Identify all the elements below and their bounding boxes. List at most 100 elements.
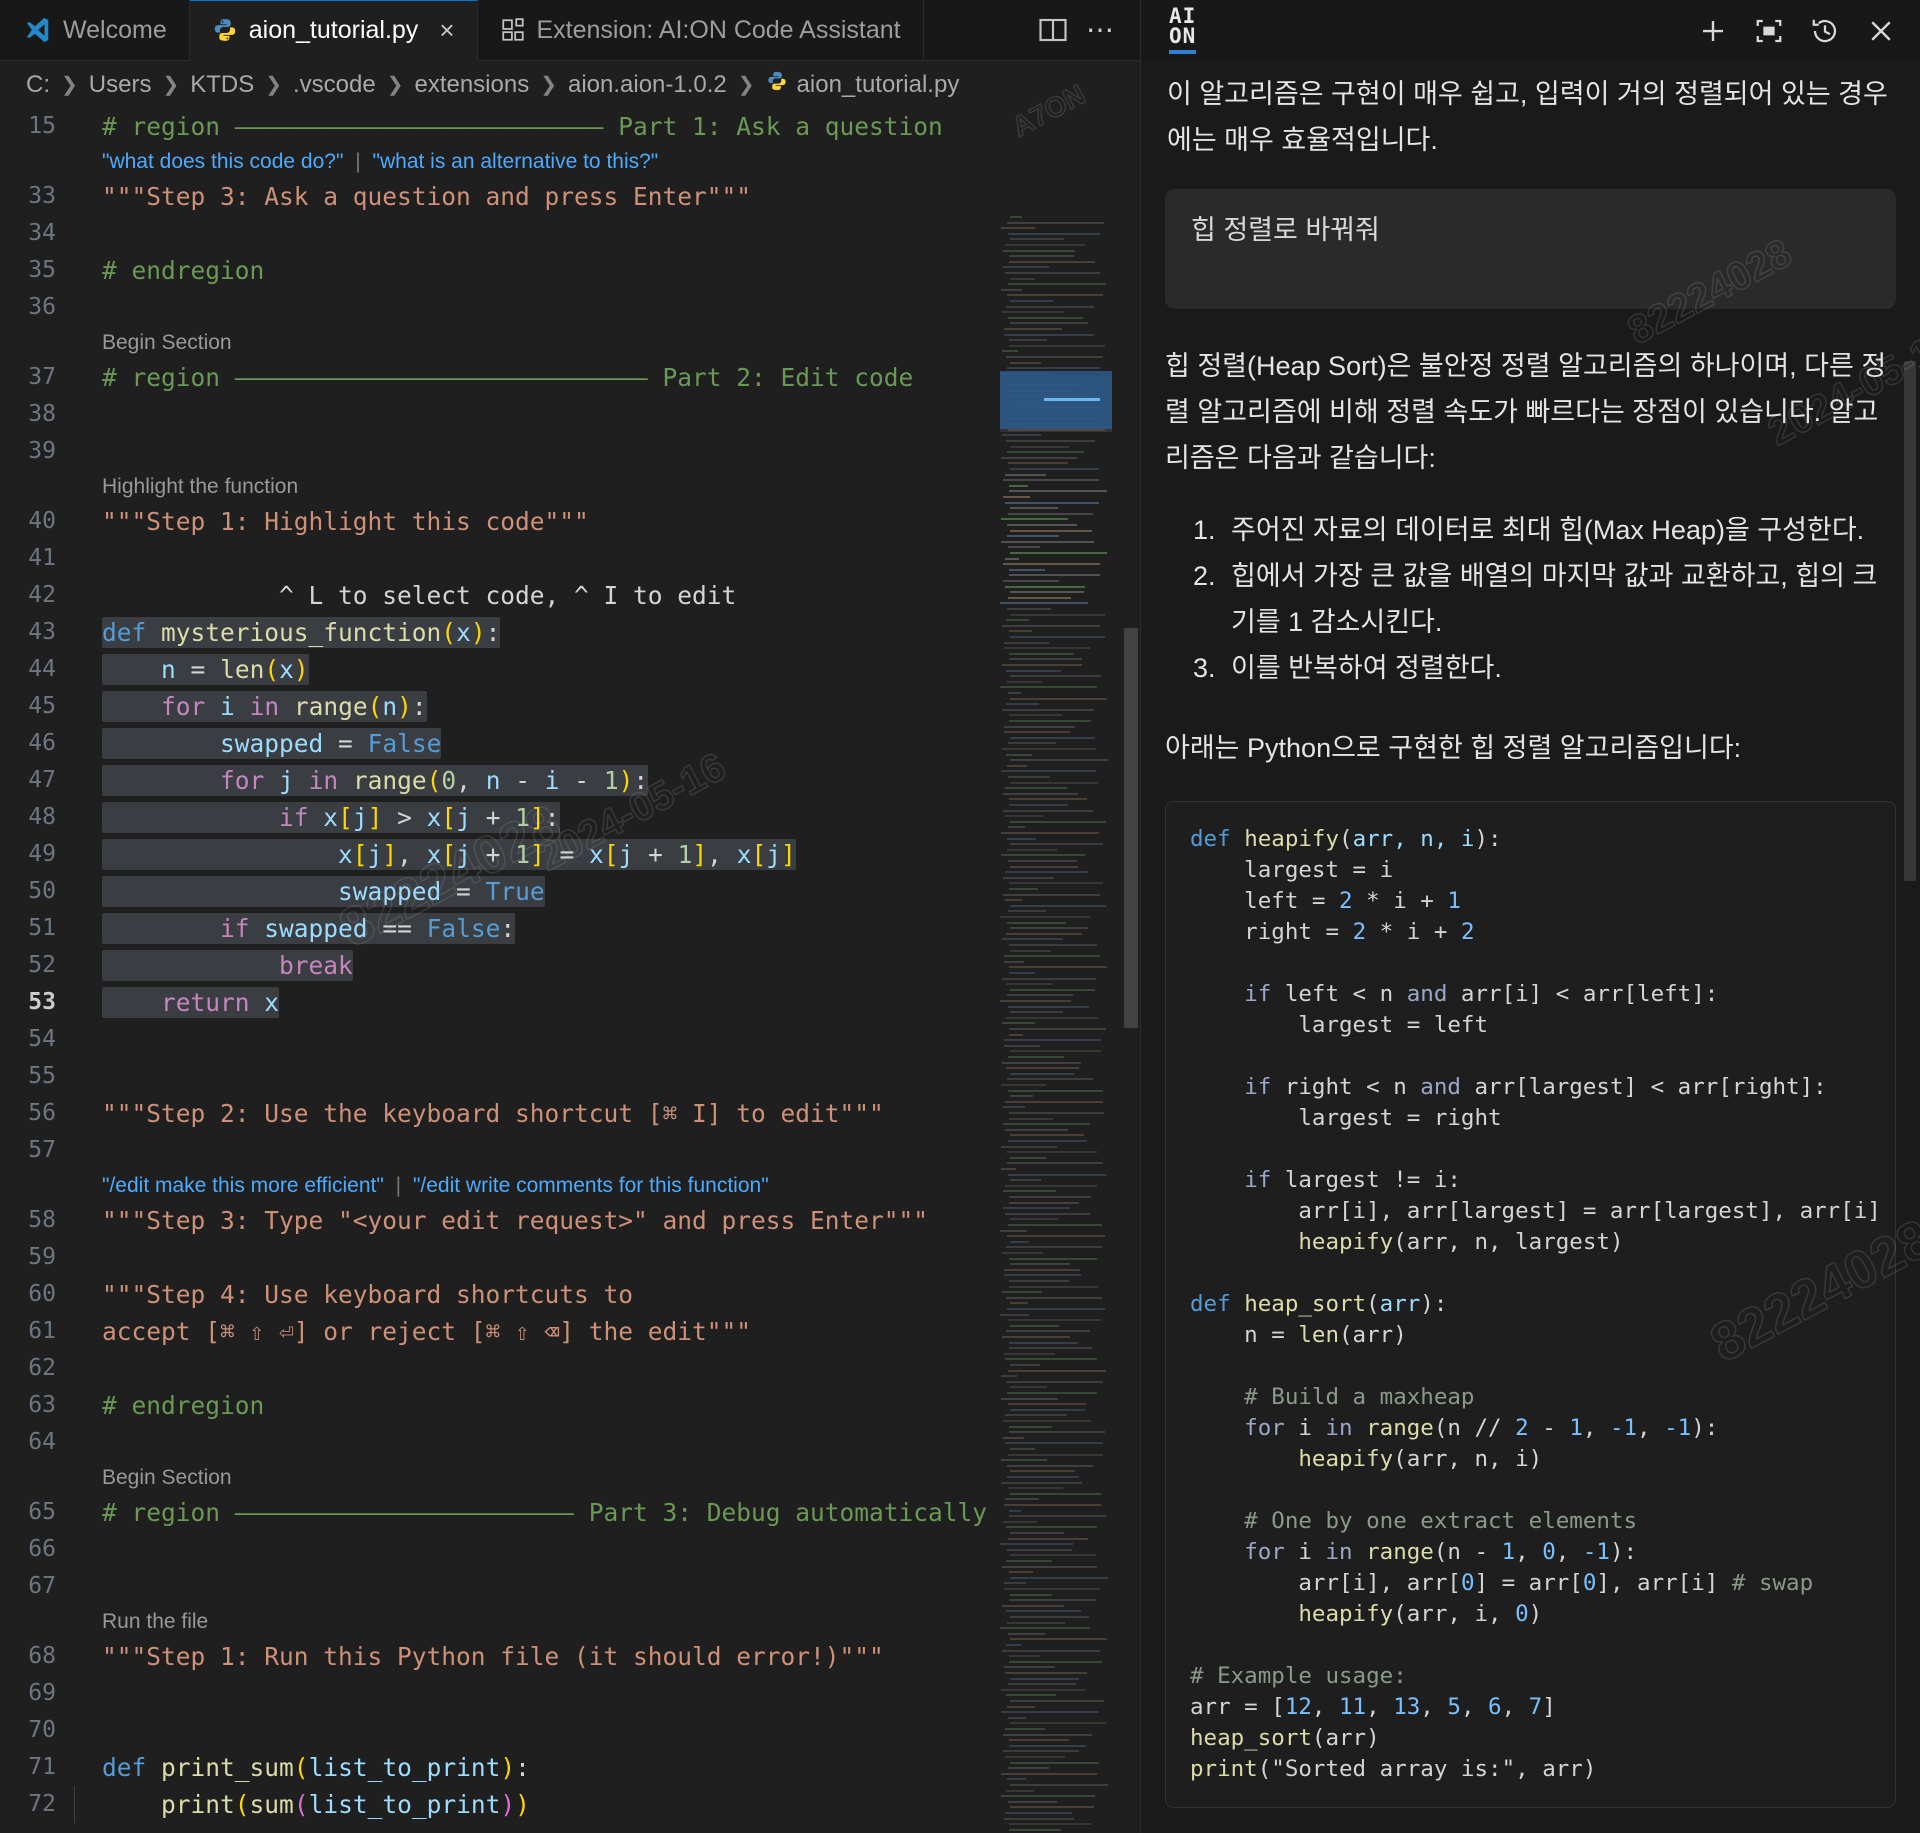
breadcrumb-item-1[interactable]: Users: [89, 71, 152, 99]
code-line[interactable]: 51 ········if·swapped·==·False:: [0, 910, 1140, 947]
code-content[interactable]: # endregion: [72, 1387, 1140, 1424]
code-line[interactable]: 41: [0, 540, 1140, 577]
code-line[interactable]: 62: [0, 1350, 1140, 1387]
code-line[interactable]: 33 """Step 3: Ask a question and press En…: [0, 178, 1140, 215]
code-content[interactable]: ········swapped·=·False: [72, 725, 1140, 762]
codelens-action[interactable]: "what does this code do?": [102, 150, 343, 173]
code-content[interactable]: accept [⌘ ⇧ ⏎] or reject [⌘ ⇧ ⌫] the edi…: [72, 1313, 1140, 1350]
code-line[interactable]: 44 ····n·=·len(x): [0, 651, 1140, 688]
codelens-content[interactable]: Begin Section: [72, 324, 1140, 361]
code-content[interactable]: ^ L to select code, ^ I to edit: [72, 577, 1140, 614]
code-line[interactable]: 48 ············if·x[j]·>·x[j·+·1]:: [0, 799, 1140, 836]
code-line[interactable]: 61 accept [⌘ ⇧ ⏎] or reject [⌘ ⇧ ⌫] the e…: [0, 1313, 1140, 1350]
breadcrumb-item-0[interactable]: C:: [26, 71, 50, 99]
code-lines[interactable]: 15 # region ————————————————————————— Par…: [0, 108, 1140, 1833]
code-content[interactable]: ············if·x[j]·>·x[j·+·1]:: [72, 799, 1140, 836]
code-line[interactable]: 70: [0, 1712, 1140, 1749]
codelens-row[interactable]: 0"what does this code do?" | "what is an…: [0, 145, 1140, 178]
code-line[interactable]: 40 """Step 1: Highlight this code""": [0, 503, 1140, 540]
code-line[interactable]: 47 ········for·j·in·range(0,·n·-·i·-·1):: [0, 762, 1140, 799]
codelens-action[interactable]: "what is an alternative to this?": [373, 150, 659, 173]
code-line[interactable]: 56 """Step 2: Use the keyboard shortcut […: [0, 1095, 1140, 1132]
code-line[interactable]: 72 print(sum(list_to_print)): [0, 1786, 1140, 1823]
code-line[interactable]: 49 ················x[j],·x[j·+·1]·=·x[j·+…: [0, 836, 1140, 873]
code-line[interactable]: 64: [0, 1424, 1140, 1461]
code-line[interactable]: 43 def mysterious_function(x):: [0, 614, 1140, 651]
code-line[interactable]: 36: [0, 289, 1140, 326]
codelens-row[interactable]: 0 Begin Section: [0, 326, 1140, 359]
code-content[interactable]: # region ————————————————————————— Part …: [72, 108, 1140, 145]
new-chat-icon[interactable]: [1698, 16, 1728, 46]
code-content[interactable]: print(sum(list_to_print)): [72, 1786, 1140, 1823]
code-line[interactable]: 15 # region ————————————————————————— Par…: [0, 108, 1140, 145]
code-line[interactable]: 69: [0, 1675, 1140, 1712]
code-content[interactable]: # region ——————————————————————— Part 3:…: [72, 1494, 1140, 1531]
code-line[interactable]: 46 ········swapped·=·False: [0, 725, 1140, 762]
code-content[interactable]: def print_sum(list_to_print):: [72, 1749, 1140, 1786]
code-line[interactable]: 37 # region ———————————————————————————— …: [0, 359, 1140, 396]
codelens-content[interactable]: "what does this code do?" | "what is an …: [72, 143, 1140, 180]
code-line[interactable]: 50 ················swapped·=·True: [0, 873, 1140, 910]
code-content[interactable]: """Step 1: Run this Python file (it shou…: [72, 1638, 1140, 1675]
codelens-action[interactable]: "/edit write comments for this function": [413, 1174, 769, 1197]
breadcrumb-item-6[interactable]: aion_tutorial.py: [766, 70, 959, 99]
breadcrumb-item-5[interactable]: aion.aion-1.0.2: [568, 71, 727, 99]
close-panel-icon[interactable]: [1866, 16, 1896, 46]
chat-scrollbar[interactable]: [1904, 361, 1916, 881]
code-line[interactable]: 34: [0, 215, 1140, 252]
code-content[interactable]: def mysterious_function(x):: [72, 614, 1140, 651]
codelens-row[interactable]: 0 Highlight the function: [0, 470, 1140, 503]
code-line[interactable]: 39: [0, 433, 1140, 470]
code-line[interactable]: 68 """Step 1: Run this Python file (it sh…: [0, 1638, 1140, 1675]
code-line[interactable]: 67: [0, 1568, 1140, 1605]
breadcrumb-item-3[interactable]: .vscode: [293, 71, 376, 99]
code-line[interactable]: 65 # region ——————————————————————— Part …: [0, 1494, 1140, 1531]
code-content[interactable]: ········for·j·in·range(0,·n·-·i·-·1):: [72, 762, 1140, 799]
code-line[interactable]: 45 ····for·i·in·range(n):: [0, 688, 1140, 725]
code-editor[interactable]: 15 # region ————————————————————————— Par…: [0, 108, 1140, 1833]
codelens-row[interactable]: 0 Begin Section: [0, 1461, 1140, 1494]
code-line[interactable]: 59: [0, 1239, 1140, 1276]
code-content[interactable]: """Step 3: Ask a question and press Ente…: [72, 178, 1140, 215]
codelens-action[interactable]: "/edit make this more efficient": [102, 1174, 384, 1197]
assistant-code-block[interactable]: def heapify(arr, n, i): largest = i left…: [1165, 801, 1896, 1808]
code-content[interactable]: """Step 3: Type "<your edit request>" an…: [72, 1202, 1140, 1239]
tab-welcome[interactable]: Welcome: [0, 0, 190, 60]
code-line[interactable]: 66: [0, 1531, 1140, 1568]
split-editor-icon[interactable]: [1038, 17, 1068, 43]
code-content[interactable]: ············break: [72, 947, 1140, 984]
code-content[interactable]: """Step 2: Use the keyboard shortcut [⌘ …: [72, 1095, 1140, 1132]
code-content[interactable]: ····for·i·in·range(n):: [72, 688, 1140, 725]
history-icon[interactable]: [1810, 16, 1840, 46]
code-content[interactable]: ····return·x: [72, 984, 1140, 1021]
code-line[interactable]: 35 # endregion: [0, 252, 1140, 289]
codelens-row[interactable]: 0"/edit make this more efficient" | "/ed…: [0, 1169, 1140, 1202]
code-content[interactable]: """Step 1: Highlight this code""": [72, 503, 1140, 540]
code-line[interactable]: 53 ····return·x: [0, 984, 1140, 1021]
more-actions-icon[interactable]: ⋯: [1086, 16, 1116, 44]
code-content[interactable]: # endregion: [72, 252, 1140, 289]
code-content[interactable]: ········if·swapped·==·False:: [72, 910, 1140, 947]
codelens-content[interactable]: "/edit make this more efficient" | "/edi…: [72, 1167, 1140, 1204]
editor-scrollbar[interactable]: [1124, 628, 1138, 1028]
codelens-row[interactable]: 0 Run the file: [0, 1605, 1140, 1638]
code-line[interactable]: 63 # endregion: [0, 1387, 1140, 1424]
code-content[interactable]: ················x[j],·x[j·+·1]·=·x[j·+·1…: [72, 836, 1140, 873]
code-content[interactable]: ····n·=·len(x): [72, 651, 1140, 688]
tab-extension-aion[interactable]: Extension: AI:ON Code Assistant: [477, 0, 924, 60]
code-content[interactable]: ················swapped·=·True: [72, 873, 1140, 910]
codelens-content[interactable]: Highlight the function: [72, 468, 1140, 505]
tab-aion-tutorial-py[interactable]: aion_tutorial.py ×: [189, 0, 478, 61]
code-line[interactable]: 58 """Step 3: Type "<your edit request>" …: [0, 1202, 1140, 1239]
code-line[interactable]: 52 ············break: [0, 947, 1140, 984]
codelens-content[interactable]: Run the file: [72, 1603, 1140, 1640]
code-line[interactable]: 38: [0, 396, 1140, 433]
breadcrumb-item-4[interactable]: extensions: [414, 71, 529, 99]
code-line[interactable]: 71 def print_sum(list_to_print):: [0, 1749, 1140, 1786]
chat-messages[interactable]: 이 알고리즘은 구현이 매우 쉽고, 입력이 거의 정렬되어 있는 경우에는 매…: [1141, 61, 1920, 1833]
code-line[interactable]: 60 """Step 4: Use keyboard shortcuts to: [0, 1276, 1140, 1313]
code-line[interactable]: 55: [0, 1058, 1140, 1095]
code-line[interactable]: 54: [0, 1021, 1140, 1058]
code-content[interactable]: # region ———————————————————————————— Pa…: [72, 359, 1140, 396]
close-icon[interactable]: ×: [439, 17, 454, 43]
